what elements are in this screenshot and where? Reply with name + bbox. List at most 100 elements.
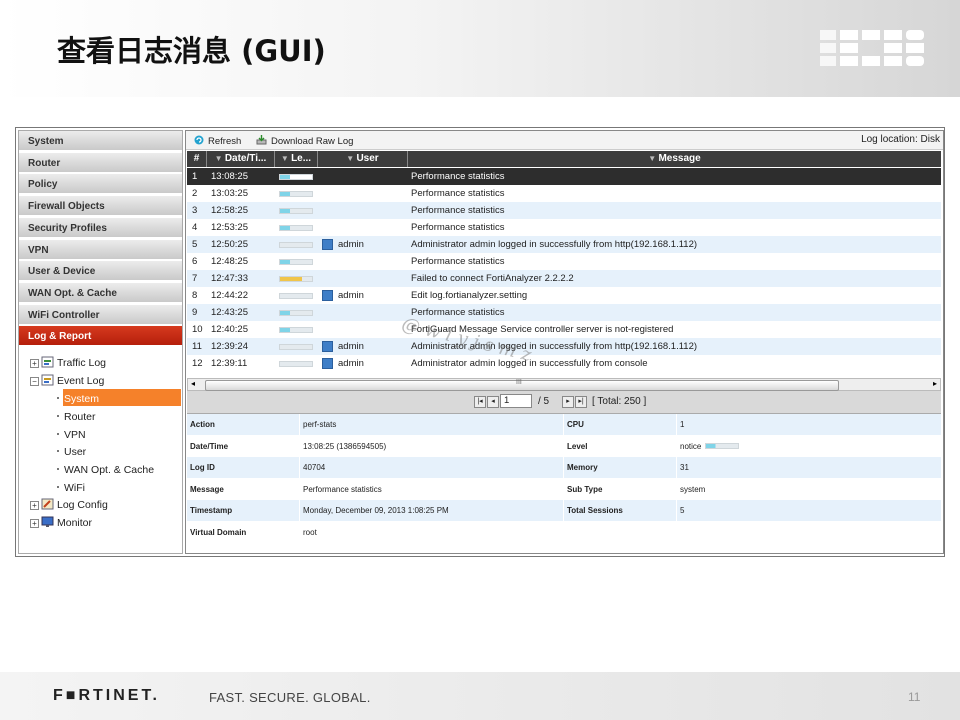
sidebar-item-wan-opt-cache[interactable]: WAN Opt. & Cache	[19, 282, 182, 303]
tree-event-log[interactable]: Event Log	[57, 375, 104, 387]
horizontal-scrollbar[interactable]: ◂ III ▸	[187, 378, 941, 391]
scroll-right-icon[interactable]: ▸	[933, 379, 937, 388]
download-icon	[256, 135, 267, 145]
row-time: 12:40:25	[211, 324, 248, 335]
row-user	[322, 219, 406, 236]
toolbar: Refresh Download Raw Log Log location: D…	[186, 131, 943, 150]
next-page-icon[interactable]: ▸	[562, 396, 574, 408]
row-number: 9	[192, 307, 198, 318]
row-message: Performance statistics	[411, 307, 505, 318]
sidebar-item-policy[interactable]: Policy	[19, 174, 182, 195]
tree-bullet-icon	[57, 486, 59, 488]
user-icon	[322, 340, 333, 352]
table-row[interactable]: 8 12:44:22 admin Edit log.fortianalyzer.set…	[187, 287, 941, 304]
sidebar-item-firewall-objects[interactable]: Firewall Objects	[19, 196, 182, 217]
row-time: 12:47:33	[211, 273, 248, 284]
col-level[interactable]: ▼ Le...	[275, 151, 318, 167]
tree-event-vpn[interactable]: VPN	[64, 429, 86, 441]
table-row[interactable]: 9 12:43:25 Performance statistics	[187, 304, 941, 321]
collapse-event-log-icon[interactable]: −	[30, 377, 39, 386]
table-row[interactable]: 7 12:47:33 Failed to connect FortiAnalyzer…	[187, 270, 941, 287]
sidebar-item-security-profiles[interactable]: Security Profiles	[19, 217, 182, 238]
table-row[interactable]: 5 12:50:25 admin Administrator admin logged…	[187, 236, 941, 253]
prev-page-icon[interactable]: ◂	[487, 396, 499, 408]
row-message: Performance statistics	[411, 205, 505, 216]
expand-traffic-log-icon[interactable]: +	[30, 359, 39, 368]
filter-icon: ▼	[214, 154, 225, 163]
detail-label: Virtual Domain	[187, 521, 300, 543]
table-row[interactable]: 10 12:40:25 FortiGuard Message Service con…	[187, 321, 941, 338]
level-fill	[280, 277, 303, 281]
sidebar-item-system[interactable]: System	[19, 131, 182, 151]
tree-traffic-log[interactable]: Traffic Log	[57, 357, 106, 369]
level-fill	[280, 226, 290, 230]
detail-label: Log ID	[187, 457, 300, 478]
tree-event-user[interactable]: User	[64, 446, 86, 458]
table-row[interactable]: 2 13:03:25 Performance statistics	[187, 185, 941, 202]
row-user	[322, 270, 406, 287]
tree-bullet-icon	[57, 414, 59, 417]
row-time: 12:44:22	[211, 290, 248, 301]
detail-label: Level	[564, 435, 677, 457]
expand-monitor-icon[interactable]: +	[30, 519, 39, 528]
detail-value-text: 31	[680, 463, 689, 472]
col-message[interactable]: ▼ Message	[408, 151, 941, 167]
scrollbar-thumb[interactable]: III	[205, 379, 839, 391]
sidebar-item-user-device[interactable]: User & Device	[19, 261, 182, 282]
row-time: 12:58:25	[211, 205, 248, 216]
sidebar-item-log-report[interactable]: Log & Report	[19, 326, 182, 347]
download-raw-log-button[interactable]: Download Raw Log	[256, 135, 353, 147]
detail-label: Memory	[564, 457, 677, 478]
detail-value: 5	[677, 500, 941, 521]
level-indicator	[279, 191, 313, 197]
sidebar-item-vpn[interactable]: VPN	[19, 239, 182, 260]
table-row[interactable]: 12 12:39:11 admin Administrator admin logge…	[187, 355, 941, 372]
row-number: 12	[192, 358, 203, 369]
scroll-grip: III	[516, 379, 522, 386]
detail-value-text: system	[680, 484, 706, 494]
tree-bullet-icon	[57, 450, 59, 453]
col-user[interactable]: ▼ User	[318, 151, 408, 167]
row-time: 13:08:25	[211, 171, 248, 182]
row-time: 12:39:24	[211, 341, 248, 352]
row-time: 12:43:25	[211, 307, 248, 318]
scroll-left-icon[interactable]: ◂	[191, 379, 195, 388]
table-row[interactable]: 6 12:48:25 Performance statistics	[187, 253, 941, 270]
tree-monitor[interactable]: Monitor	[57, 517, 92, 529]
total-count: [ Total: 250 ]	[592, 396, 647, 407]
level-fill	[280, 260, 290, 264]
refresh-button[interactable]: Refresh	[194, 135, 241, 147]
table-row[interactable]: 1 13:08:25 Performance statistics	[187, 168, 941, 185]
tree-event-system[interactable]: System	[64, 393, 99, 405]
col-datetime[interactable]: ▼ Date/Ti...	[207, 151, 275, 167]
level-indicator	[279, 310, 313, 316]
sidebar-item-wifi-controller[interactable]: WiFi Controller	[19, 304, 182, 325]
table-row[interactable]: 4 12:53:25 Performance statistics	[187, 219, 941, 236]
col-num[interactable]: #	[187, 151, 207, 167]
tree-event-wifi[interactable]: WiFi	[64, 482, 85, 494]
expand-log-config-icon[interactable]: +	[30, 501, 39, 510]
first-page-icon[interactable]: |◂	[474, 396, 486, 408]
sidebar-item-router[interactable]: Router	[19, 152, 182, 173]
row-time: 12:53:25	[211, 222, 248, 233]
detail-value: root	[300, 521, 564, 543]
table-row[interactable]: 3 12:58:25 Performance statistics	[187, 202, 941, 219]
detail-value-text: 1	[680, 420, 685, 429]
row-time: 13:03:25	[211, 188, 248, 199]
tree-event-router[interactable]: Router	[64, 411, 96, 423]
level-indicator	[279, 259, 313, 265]
tree-event-wan-opt-cache[interactable]: WAN Opt. & Cache	[64, 464, 154, 476]
last-page-icon[interactable]: ▸|	[575, 396, 587, 408]
row-number: 7	[192, 273, 198, 284]
tree-log-config[interactable]: Log Config	[57, 499, 108, 511]
fortinet-logo-icon	[820, 30, 924, 66]
pagination-bar: |◂ ◂ 1 / 5 ▸ ▸| [ Total: 250 ]	[187, 391, 941, 414]
detail-label: Action	[187, 414, 300, 435]
detail-label: CPU	[564, 414, 677, 435]
tree-bullet-icon	[57, 468, 59, 471]
row-message: Performance statistics	[411, 188, 505, 199]
tree-bullet-icon	[57, 397, 59, 399]
table-row[interactable]: 11 12:39:24 admin Administrator admin logge…	[187, 338, 941, 355]
monitor-icon	[41, 516, 54, 527]
page-input[interactable]: 1	[500, 394, 532, 408]
